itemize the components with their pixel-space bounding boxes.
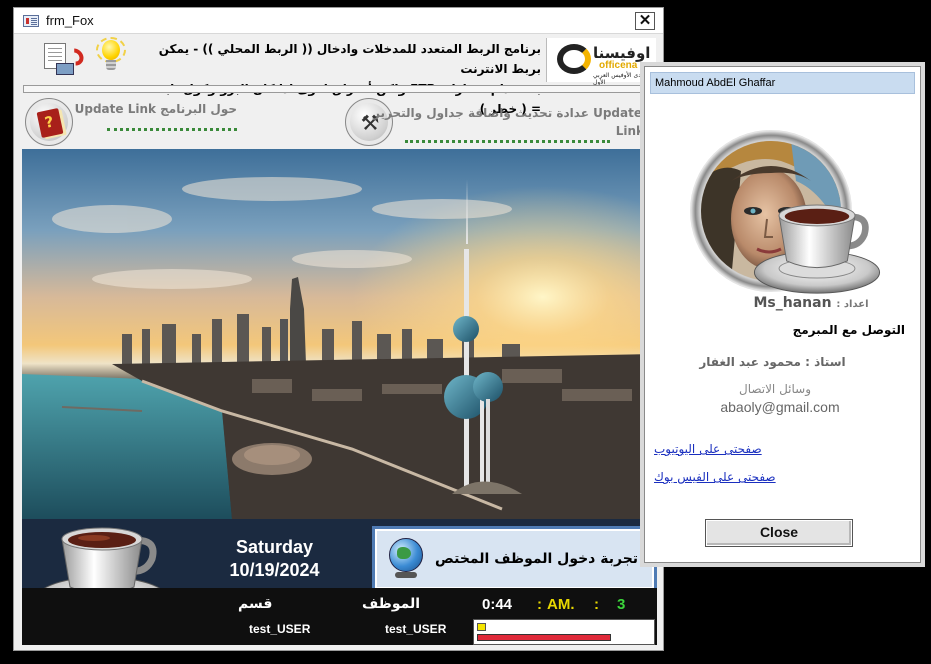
contact-means-label: وسائل الاتصال	[738, 382, 812, 396]
clock-seconds: 3	[617, 596, 626, 613]
about-label[interactable]: حول البرنامج Update Link	[75, 102, 237, 116]
facebook-link[interactable]: صفحتى على الفيس بوك	[654, 470, 776, 484]
clock-separator-2: :	[594, 596, 599, 613]
day-name: Saturday	[235, 537, 314, 557]
youtube-link[interactable]: صفحتى على اليوتيوب	[654, 442, 762, 456]
contact-heading: التوصل مع المبرمج	[792, 323, 905, 337]
employee-value: test_USER	[385, 622, 447, 636]
toolbar: حول البرنامج Update Link ⚒ Update عدادة …	[14, 94, 663, 148]
about-window: Mahmoud AbdEl Ghaffar اعداد: Ms_hanan ا…	[644, 66, 921, 563]
clock-separator-1: :	[537, 596, 542, 613]
about-window-title: Mahmoud AbdEl Ghaffar	[655, 77, 776, 89]
window-close-button[interactable]: ✕	[635, 12, 655, 30]
department-label: قسم	[238, 596, 273, 612]
update-label-link[interactable]: Link	[610, 124, 644, 138]
backup-restore-icon[interactable]	[42, 43, 88, 79]
status-bar: قسم الموظف test_USER test_USER 0:44 : AM…	[22, 588, 657, 645]
about-dotted-line	[107, 128, 237, 131]
prepared-by-name: Ms_hanan	[753, 295, 832, 311]
update-dotted-line	[405, 140, 610, 143]
prepared-by-label: اعداد :	[836, 299, 869, 310]
current-date: 10/19/2024	[229, 560, 320, 580]
update-label[interactable]: Update عدادة تحديث واضافة جداول والتحرير	[373, 106, 642, 120]
header-banner: برنامج الربط المتعدد للمدخلات وادخال (( …	[14, 35, 663, 116]
clock-ampm: AM.	[547, 596, 575, 613]
prepared-by: اعداد : Ms_hanan	[721, 295, 901, 311]
about-button[interactable]	[25, 98, 73, 146]
title-bar[interactable]: frm_Fox ✕	[14, 8, 663, 34]
clock-time: 0:44	[482, 596, 513, 613]
separator-bar	[23, 85, 657, 93]
contact-email[interactable]: abaoly@gmail.com	[685, 399, 875, 415]
window-title: frm_Fox	[46, 13, 94, 28]
progress-marker	[477, 623, 486, 631]
lightbulb-icon	[96, 37, 126, 76]
globe-icon	[387, 538, 427, 582]
progress-indicator	[473, 619, 655, 645]
app-form-icon	[23, 15, 39, 27]
about-title-bar[interactable]: Mahmoud AbdEl Ghaffar	[650, 72, 915, 94]
help-book-icon	[36, 107, 64, 139]
employee-label: الموظف	[362, 596, 421, 612]
employee-login-button[interactable]: تجربة دخول الموظف المختص	[372, 526, 657, 592]
headline-line-1: برنامج الربط المتعدد للمدخلات وادخال (( …	[158, 42, 541, 76]
date-display: Saturday 10/19/2024	[212, 537, 337, 581]
logo-latin-text: officena	[599, 60, 638, 71]
officena-logo: اوفيسنا officena منتدى الأوفيس العربي ال…	[546, 38, 656, 86]
date-login-panel: Saturday 10/19/2024 تجربة دخول الموظف ال…	[22, 519, 657, 622]
about-close-button[interactable]: Close	[705, 519, 853, 547]
kuwait-skyline-photo	[22, 149, 657, 519]
coffee-cup-small-icon	[753, 204, 881, 294]
logo-mark-icon	[557, 44, 591, 74]
programmer-name: استاذ : محمود عبد الغفار	[699, 355, 846, 369]
employee-login-label: تجربة دخول الموظف المختص	[435, 551, 639, 567]
main-window: frm_Fox ✕ برنامج الربط المتعدد للمدخلات …	[13, 7, 664, 651]
progress-bar	[477, 634, 611, 641]
department-value: test_USER	[249, 622, 311, 636]
